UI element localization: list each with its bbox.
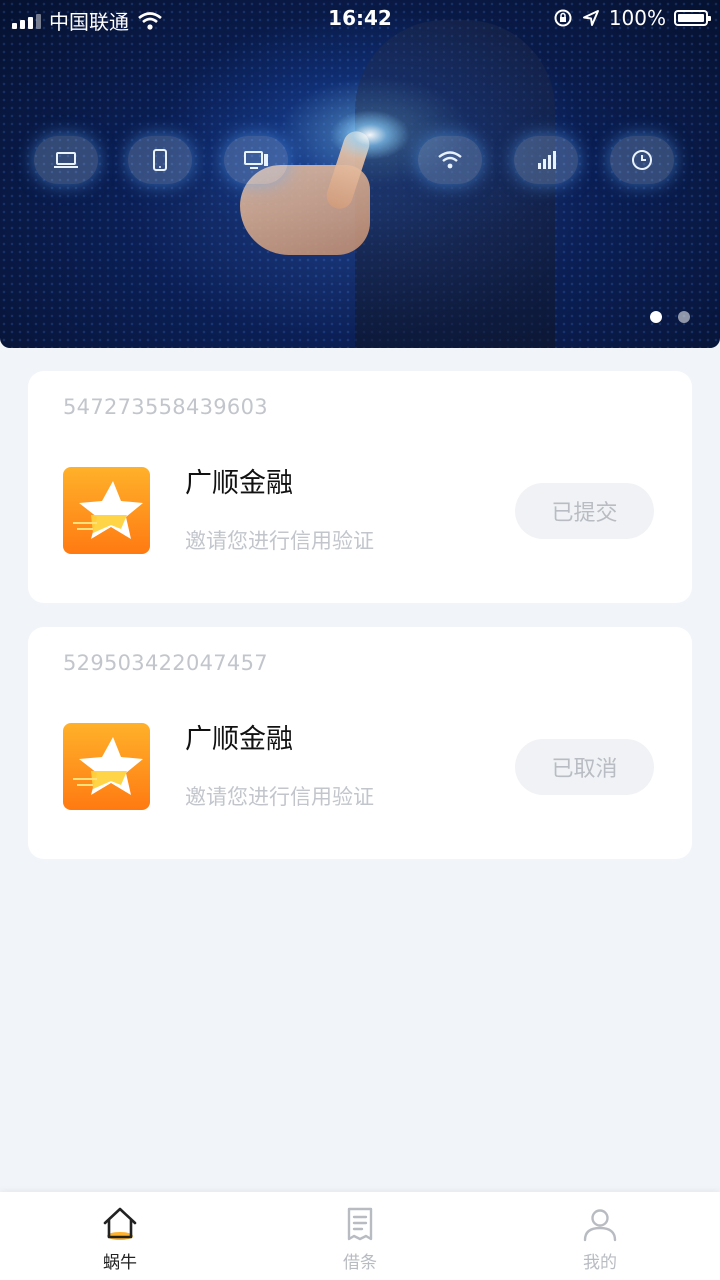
order-number: 529503422047457	[63, 651, 268, 675]
rotation-lock-icon	[554, 9, 572, 27]
order-card[interactable]: 547273558439603 广顺金融 邀请您进行信用验证 已提交	[28, 371, 692, 603]
wifi-icon	[418, 136, 482, 184]
screen: 中国联通 16:42 100% 547273558439603 广顺金融 邀请您…	[0, 0, 720, 1280]
pager-dot	[678, 311, 690, 323]
tab-mine[interactable]: 我的	[480, 1192, 720, 1280]
banner-pager	[650, 311, 690, 323]
star-logo-icon	[73, 737, 143, 795]
signal-icon	[514, 136, 578, 184]
tab-label: 借条	[343, 1253, 377, 1273]
lender-logo	[63, 723, 150, 810]
order-card[interactable]: 529503422047457 广顺金融 邀请您进行信用验证 已取消	[28, 627, 692, 859]
user-icon	[583, 1209, 617, 1242]
banner-device-icons	[0, 136, 720, 188]
order-number: 547273558439603	[63, 395, 268, 419]
star-logo-icon	[73, 481, 143, 539]
desktop-icon	[224, 136, 288, 184]
banner-carousel[interactable]	[0, 0, 720, 348]
home-icon	[103, 1207, 137, 1240]
clock-icon	[610, 136, 674, 184]
lender-name: 广顺金融	[185, 724, 293, 755]
tab-snail[interactable]: 蜗牛	[0, 1192, 240, 1280]
status-bar: 中国联通 16:42 100%	[0, 0, 720, 36]
tab-iou[interactable]: 借条	[240, 1192, 480, 1280]
invite-description: 邀请您进行信用验证	[185, 785, 374, 809]
status-button[interactable]: 已取消	[515, 739, 654, 795]
invite-description: 邀请您进行信用验证	[185, 529, 374, 553]
tablet-icon	[128, 136, 192, 184]
status-button[interactable]: 已提交	[515, 483, 654, 539]
bottom-tab-bar: 蜗牛 借条 我的	[0, 1192, 720, 1280]
tab-label: 我的	[583, 1253, 617, 1273]
document-icon	[347, 1207, 373, 1241]
pager-dot-active	[650, 311, 662, 323]
location-arrow-icon	[582, 10, 599, 26]
battery-icon	[674, 10, 711, 26]
battery-percent: 100%	[608, 6, 666, 30]
lender-logo	[63, 467, 150, 554]
lender-name: 广顺金融	[185, 468, 293, 499]
tab-label: 蜗牛	[103, 1253, 137, 1273]
laptop-icon	[34, 136, 98, 184]
